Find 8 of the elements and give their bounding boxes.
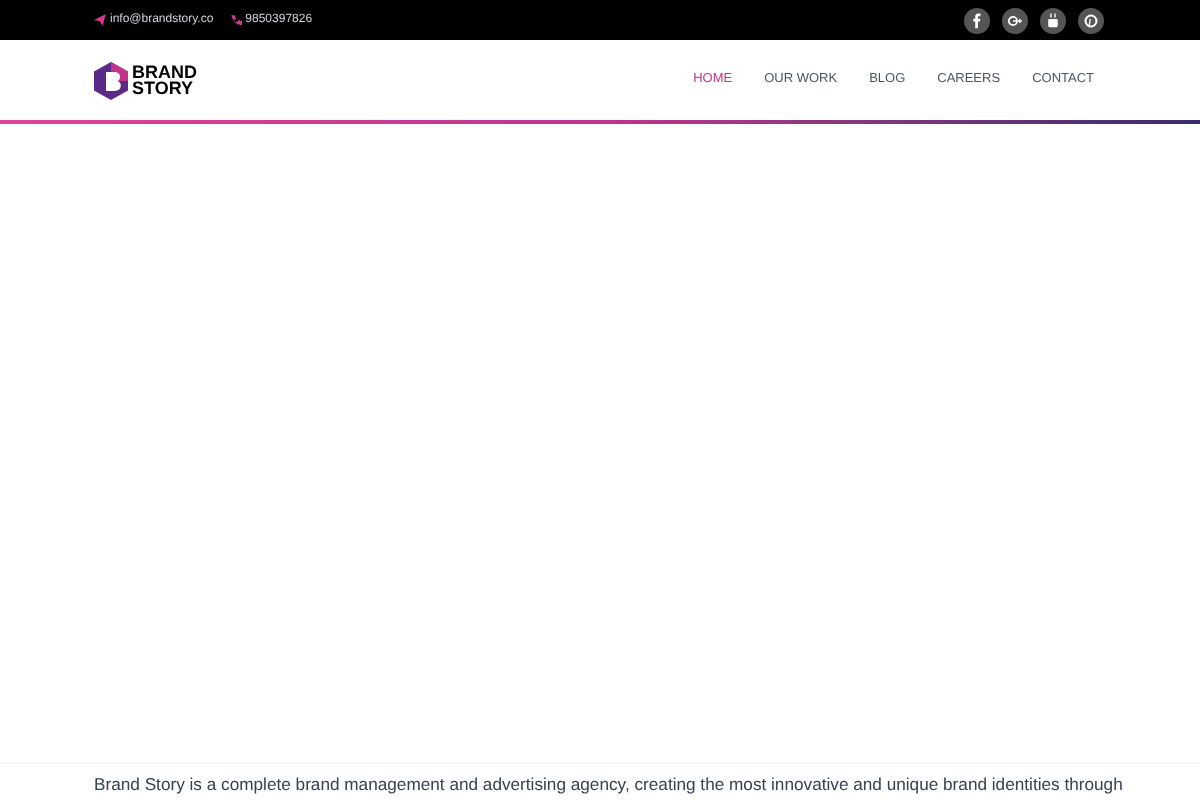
google-plus-icon[interactable] bbox=[1002, 7, 1028, 33]
facebook-icon[interactable] bbox=[964, 7, 990, 33]
logo-text: STORY bbox=[132, 80, 196, 96]
intro-paragraph: Brand Story is a complete brand management and advertising agency, creating the most innovative and unique brand identities through bbox=[94, 772, 1125, 798]
paper-plane-icon bbox=[94, 14, 106, 26]
logo-text: BRAND bbox=[132, 64, 197, 80]
phone-icon bbox=[229, 14, 242, 26]
hexagon-logo-icon bbox=[94, 61, 128, 99]
